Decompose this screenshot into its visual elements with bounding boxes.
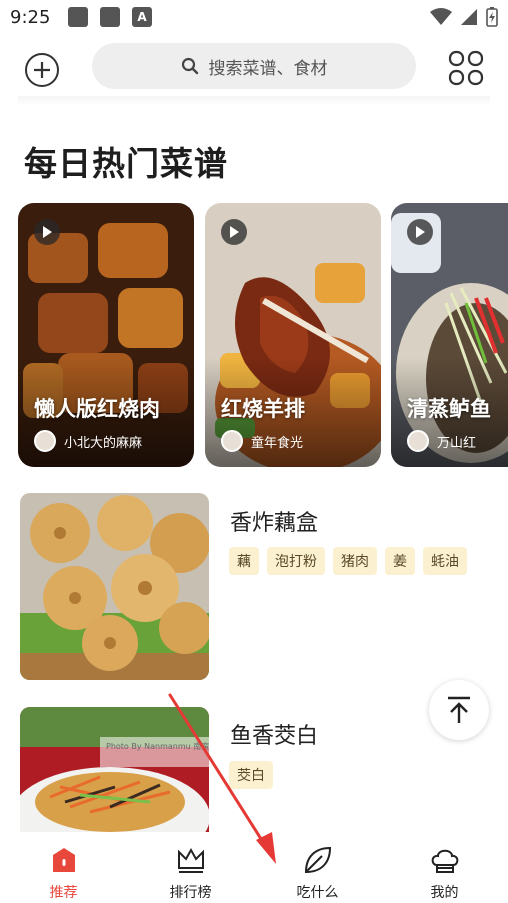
recipe-title[interactable]: 香炸藕盒 xyxy=(230,505,318,537)
status-icons xyxy=(430,7,498,27)
battery-icon xyxy=(486,7,498,27)
hot-recipe-card[interactable]: 红烧羊排 童年食光 xyxy=(205,203,381,467)
plus-icon xyxy=(34,62,50,78)
avatar xyxy=(34,430,56,452)
header-divider xyxy=(18,96,490,106)
card-title: 红烧羊排 xyxy=(221,397,305,421)
author-name: 万山红 xyxy=(437,435,477,451)
notification-icon xyxy=(100,7,120,27)
back-to-top-button[interactable] xyxy=(429,680,489,740)
ingredient-tag: 泡打粉 xyxy=(267,547,325,575)
play-icon xyxy=(407,219,433,245)
nav-label: 我的 xyxy=(430,885,459,901)
avatar xyxy=(407,430,429,452)
chef-hat-icon xyxy=(429,844,461,876)
nav-label: 吃什么 xyxy=(296,885,339,901)
bottom-nav: 推荐 排行榜 吃什么 我的 xyxy=(0,832,508,903)
add-button[interactable] xyxy=(25,53,59,87)
status-bar: 9:25 A xyxy=(0,0,508,34)
grid-icon xyxy=(448,50,484,86)
search-bar[interactable]: 搜索菜谱、食材 xyxy=(92,43,416,89)
ingredient-tag: 姜 xyxy=(385,547,415,575)
ingredient-tag: 猪肉 xyxy=(333,547,377,575)
hot-recipe-card[interactable]: 清蒸鲈鱼 万山红 xyxy=(391,203,508,467)
status-time: 9:25 xyxy=(10,6,51,28)
search-placeholder: 搜索菜谱、食材 xyxy=(208,58,328,79)
play-icon xyxy=(221,219,247,245)
author-name: 小北大的麻麻 xyxy=(64,435,143,451)
card-author: 小北大的麻麻 xyxy=(34,430,142,452)
ingredient-tag: 藕 xyxy=(229,547,259,575)
play-icon xyxy=(34,219,60,245)
nav-item-ranking[interactable]: 排行榜 xyxy=(127,832,254,903)
section-title: 每日热门菜谱 xyxy=(24,144,228,183)
category-grid-button[interactable] xyxy=(448,50,484,86)
recipe-photo xyxy=(20,707,209,832)
photo-watermark: Photo By Nanmanmu 南蛮妹 xyxy=(106,742,209,751)
recipe-thumbnail[interactable] xyxy=(20,493,209,680)
card-author: 童年食光 xyxy=(221,430,303,452)
ingredient-tags: 茭白 xyxy=(229,761,273,789)
card-title: 懒人版红烧肉 xyxy=(34,397,160,421)
leaf-icon xyxy=(302,844,334,876)
crown-icon xyxy=(175,844,207,876)
author-name: 童年食光 xyxy=(251,435,304,451)
nav-item-what-to-eat[interactable]: 吃什么 xyxy=(254,832,381,903)
search-icon xyxy=(181,57,198,75)
nav-label: 排行榜 xyxy=(169,885,212,901)
notification-icon xyxy=(68,7,88,27)
ingredient-tags: 藕 泡打粉 猪肉 姜 蚝油 xyxy=(229,547,467,575)
card-author: 万山红 xyxy=(407,430,476,452)
nav-label: 推荐 xyxy=(49,885,78,901)
ingredient-tag: 蚝油 xyxy=(423,547,467,575)
home-icon xyxy=(48,844,80,876)
card-title: 清蒸鲈鱼 xyxy=(407,397,491,421)
hot-recipe-card[interactable]: 懒人版红烧肉 小北大的麻麻 xyxy=(18,203,194,467)
signal-icon xyxy=(461,9,477,25)
top-bar: 搜索菜谱、食材 xyxy=(0,34,508,100)
nav-item-recommend[interactable]: 推荐 xyxy=(0,832,127,903)
nav-item-mine[interactable]: 我的 xyxy=(381,832,508,903)
keyboard-notification-icon: A xyxy=(132,7,152,27)
avatar xyxy=(221,430,243,452)
recipe-title[interactable]: 鱼香茭白 xyxy=(230,718,318,750)
arrow-up-icon xyxy=(448,696,470,723)
recipe-photo xyxy=(20,493,209,680)
recipe-thumbnail[interactable]: Photo By Nanmanmu 南蛮妹 xyxy=(20,707,209,832)
ingredient-tag: 茭白 xyxy=(229,761,273,789)
wifi-icon xyxy=(430,8,452,25)
